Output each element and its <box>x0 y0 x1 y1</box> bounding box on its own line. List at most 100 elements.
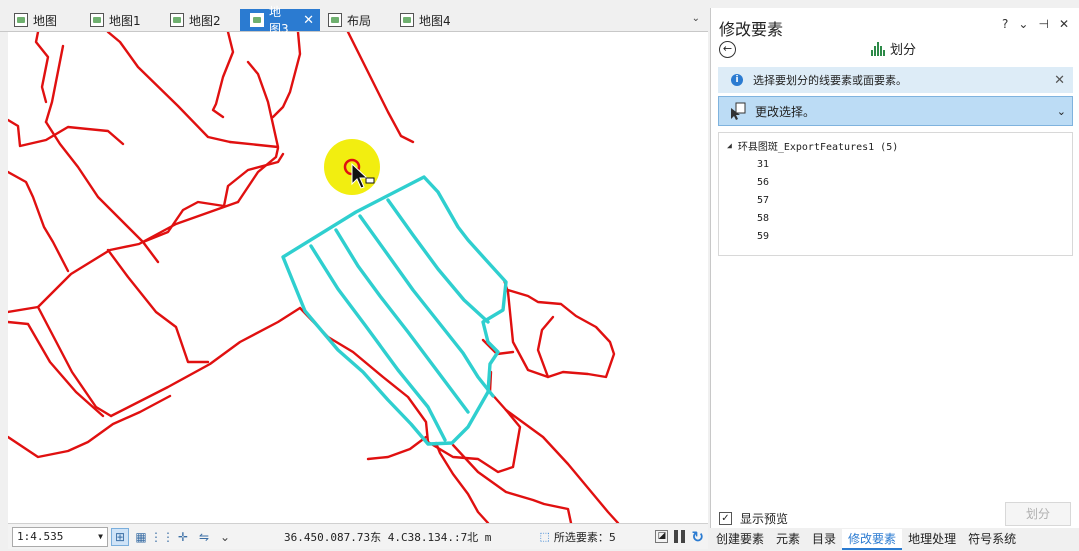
tab-modify-features[interactable]: 修改要素 <box>842 529 903 550</box>
map-icon <box>400 13 414 27</box>
parcel-line <box>451 443 573 523</box>
tree-item[interactable]: 59 <box>757 231 769 242</box>
tab-label: 地图4 <box>419 13 451 28</box>
tree-item[interactable]: 31 <box>757 159 769 170</box>
tab-catalog[interactable]: 目录 <box>806 529 842 550</box>
parcel-line <box>106 32 232 144</box>
change-selection-label: 更改选择。 <box>755 104 816 119</box>
cursor-highlight <box>324 139 380 195</box>
refresh-icon[interactable]: ↻ <box>691 528 704 546</box>
tree-root[interactable]: ◢ 环县图斑_ExportFeatures1 (5) <box>727 138 898 153</box>
pane-title: 修改要素 <box>719 20 784 39</box>
close-icon[interactable]: ✕ <box>1059 17 1069 31</box>
scale-value: 1:4.535 <box>17 530 64 543</box>
tab-label: 地图1 <box>109 13 141 28</box>
map-icon <box>170 13 184 27</box>
pointer-badge-icon <box>365 177 375 184</box>
info-message: i 选择要划分的线要素或面要素。 ✕ <box>718 67 1073 93</box>
tab-label: 布局 <box>347 13 372 28</box>
parcel-line <box>228 60 280 149</box>
layout-icon <box>328 13 342 27</box>
select-cursor-icon <box>731 102 746 120</box>
scale-select[interactable]: 1:4.535 ▼ <box>12 526 108 547</box>
collapse-triangle-icon[interactable]: ◢ <box>727 141 732 150</box>
split-button[interactable]: 划分 <box>1005 502 1071 526</box>
tab-map3[interactable]: 地图3 ✕ <box>240 5 320 36</box>
chevron-down-icon[interactable]: ⌄ <box>216 528 234 546</box>
tab-layout[interactable]: 布局 <box>318 9 377 31</box>
info-icon: i <box>731 74 743 86</box>
feature-tree: ◢ 环县图斑_ExportFeatures1 (5) 31 56 57 58 5… <box>718 132 1073 256</box>
selected-parcel-outline <box>281 175 508 446</box>
show-preview-option: ✓ 显示预览 <box>719 510 788 527</box>
map-icon <box>90 13 104 27</box>
selected-features <box>281 175 508 446</box>
map-tab-strip: 地图 地图1 地图2 地图3 ✕ 布局 地图4 ⌄ <box>0 0 708 36</box>
chevron-down-icon: ⌄ <box>1056 104 1066 118</box>
parcel-line <box>536 315 555 379</box>
selected-parcel-line <box>334 228 470 414</box>
tab-map2[interactable]: 地图2 <box>160 9 227 31</box>
preview-checkbox[interactable]: ✓ <box>719 512 732 525</box>
crosshair-icon[interactable]: ✛ <box>174 528 192 546</box>
tab-geoprocessing[interactable]: 地理处理 <box>902 529 962 550</box>
tool-title-label: 划分 <box>890 43 917 58</box>
status-bar-controls: ◪ ↻ <box>655 528 708 546</box>
options-icon[interactable]: ⌄ <box>1018 17 1028 31</box>
mirror-icon[interactable]: ⇋ <box>195 528 213 546</box>
tree-item[interactable]: 58 <box>757 213 769 224</box>
tree-item[interactable]: 57 <box>757 195 769 206</box>
selected-parcel-line <box>386 198 490 324</box>
split-icon <box>871 41 885 56</box>
tab-map4[interactable]: 地图4 <box>390 9 457 31</box>
map-drawing <box>8 32 620 523</box>
tab-elements[interactable]: 元素 <box>770 529 806 550</box>
pane-tab-strip: 创建要素 元素 目录 修改要素 地理处理 符号系统 <box>710 528 1079 551</box>
map-canvas[interactable] <box>8 32 708 523</box>
parcel-line <box>366 435 428 461</box>
close-icon[interactable]: ✕ <box>303 14 314 27</box>
parcel-line <box>8 118 125 148</box>
modify-features-pane: 修改要素 ? ⌄ ⊣ ✕ ← 划分 i 选择要划分的线要素或面要素。 ✕ 更改选… <box>710 8 1079 528</box>
chevron-down-icon[interactable]: ⌄ <box>692 13 700 24</box>
close-icon[interactable]: ✕ <box>1054 73 1065 88</box>
parcel-line <box>8 170 70 273</box>
grid-icon[interactable]: ▦ <box>132 528 150 546</box>
tab-label: 地图 <box>33 13 58 28</box>
selected-count-label: 所选要素：5 <box>553 530 616 544</box>
info-message-text: 选择要划分的线要素或面要素。 <box>753 74 907 87</box>
parcel-line <box>141 152 285 244</box>
chevron-down-icon: ▼ <box>98 532 103 541</box>
parcel-line <box>504 408 620 523</box>
selection-filter-icon[interactable]: ◪ <box>655 530 669 543</box>
selected-count[interactable]: ⬚ 所选要素：5 <box>539 529 615 545</box>
map-icon <box>14 13 28 27</box>
tab-create-features[interactable]: 创建要素 <box>710 529 770 550</box>
tool-title: 划分 <box>871 39 916 58</box>
parcel-boundaries <box>8 32 620 523</box>
snapping-icon[interactable]: ⊞ <box>111 527 129 546</box>
preview-label: 显示预览 <box>740 512 789 526</box>
parcel-line <box>346 32 415 144</box>
parcel-line <box>106 248 210 364</box>
pin-icon[interactable]: ⊣ <box>1038 17 1048 31</box>
constraint-icon[interactable]: ⋮⋮ <box>150 528 174 546</box>
tab-symbology[interactable]: 符号系统 <box>962 529 1022 550</box>
parcel-line <box>44 120 160 264</box>
parcel-line <box>8 200 240 314</box>
tree-root-label: 环县图斑_ExportFeatures1 (5) <box>737 142 899 153</box>
map-status-bar: 1:4.535 ▼ ⊞ ▦ ⋮⋮ ✛ ⇋ ⌄ 36.450.087.73东 4.… <box>8 523 708 549</box>
coordinate-readout: 36.450.087.73东 4.C38.134.:7北 m <box>284 530 492 544</box>
tab-map[interactable]: 地图 <box>4 9 63 31</box>
pane-controls: ? ⌄ ⊣ ✕ <box>1002 17 1069 31</box>
tree-item[interactable]: 56 <box>757 177 769 188</box>
back-button[interactable]: ← <box>719 41 736 58</box>
parcel-line <box>34 32 50 104</box>
change-selection-dropdown[interactable]: 更改选择。 ⌄ <box>718 96 1073 126</box>
help-icon[interactable]: ? <box>1002 17 1008 31</box>
tab-map1[interactable]: 地图1 <box>80 9 147 31</box>
tab-label: 地图2 <box>189 13 221 28</box>
arrow-left-icon: ← <box>722 42 733 55</box>
pause-icon[interactable] <box>674 530 686 543</box>
parcel-line <box>211 32 235 119</box>
